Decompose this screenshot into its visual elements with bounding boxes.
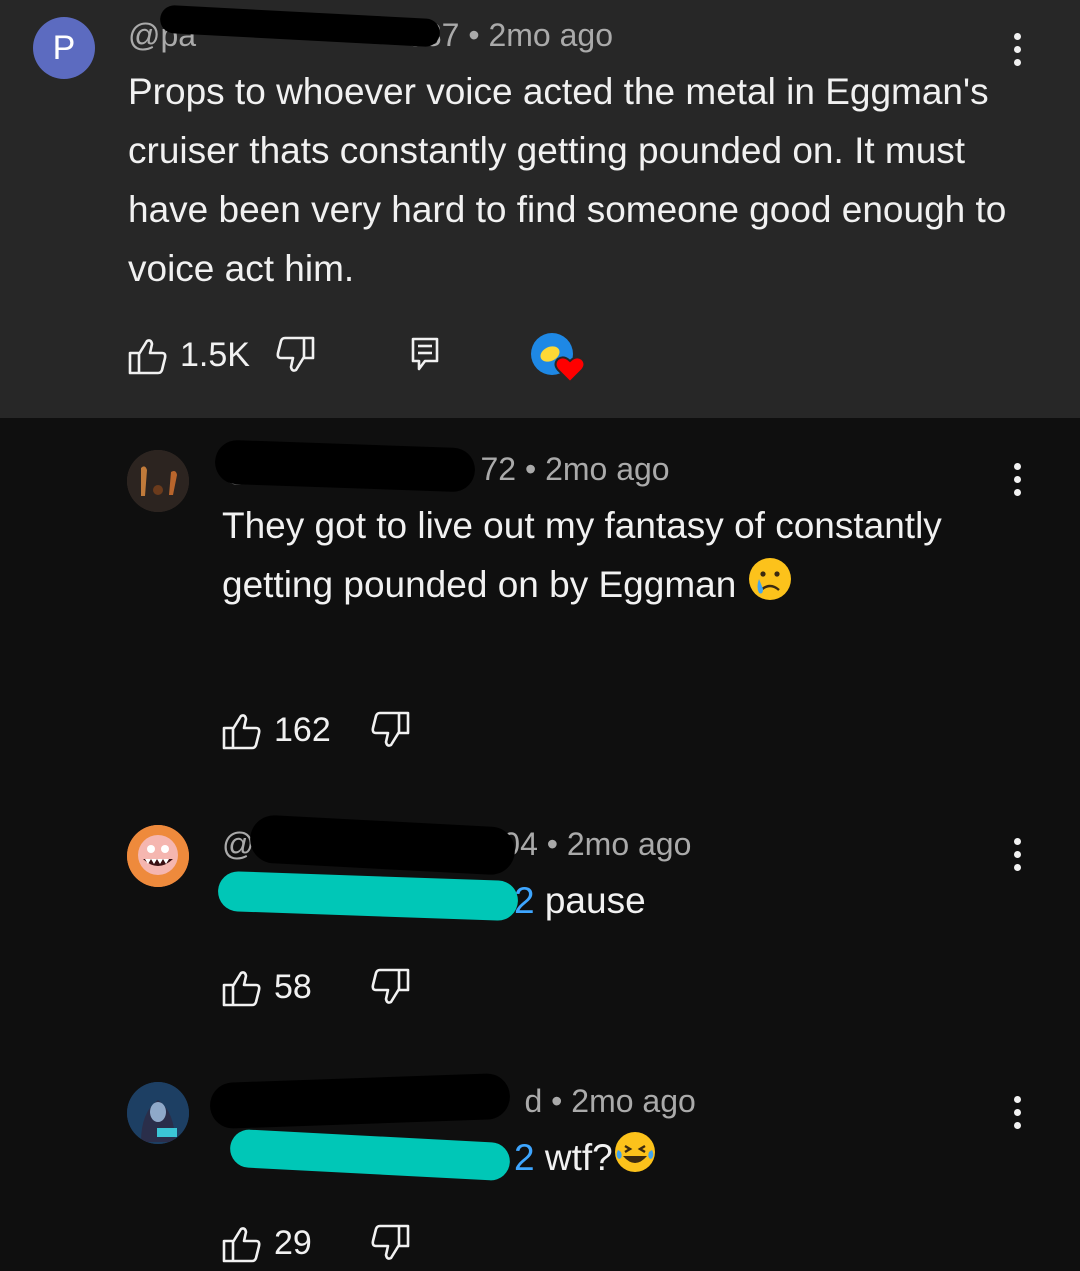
like-button[interactable]: 58 — [222, 968, 312, 1007]
dislike-icon — [370, 711, 410, 749]
like-count: 58 — [274, 968, 312, 1006]
avatar[interactable] — [127, 825, 189, 887]
dislike-icon — [370, 968, 410, 1006]
creator-heart — [530, 332, 588, 384]
like-icon — [222, 712, 262, 750]
creator-heart-icon — [530, 332, 588, 384]
like-icon — [128, 337, 168, 375]
dislike-button[interactable] — [275, 336, 315, 374]
comment-text: They got to live out my fantasy of const… — [222, 496, 1012, 619]
like-button[interactable]: 1.5K — [128, 336, 250, 375]
author-handle-suffix: d — [524, 1083, 543, 1119]
like-count: 1.5K — [180, 336, 250, 374]
dislike-button[interactable] — [370, 711, 410, 749]
like-count: 162 — [274, 711, 331, 749]
comment-text: Props to whoever voice acted the metal i… — [128, 71, 1007, 289]
comment-age: • 2mo ago — [468, 17, 613, 53]
more-vert-icon[interactable] — [1010, 838, 1024, 878]
dislike-icon — [275, 336, 315, 374]
replies-list: @72 • 2mo ago They got to live out my fa… — [0, 418, 1080, 1271]
avatar[interactable] — [127, 450, 189, 512]
reply-button[interactable] — [410, 336, 440, 372]
reply-icon — [410, 336, 440, 372]
more-vert-icon[interactable] — [1010, 463, 1024, 503]
author-handle-suffix: 72 — [480, 451, 517, 487]
redaction-mark — [214, 439, 476, 493]
more-vert-icon[interactable] — [1010, 33, 1024, 73]
avatar[interactable] — [127, 1082, 189, 1144]
like-button[interactable]: 29 — [222, 1224, 312, 1263]
avatar[interactable]: P — [33, 17, 95, 79]
more-vert-icon[interactable] — [1010, 1096, 1024, 1136]
redaction-mark — [248, 814, 517, 876]
like-button[interactable]: 162 — [222, 711, 331, 750]
like-icon — [222, 1225, 262, 1263]
comment-age: • 2mo ago — [551, 1083, 696, 1119]
dislike-icon — [370, 1224, 410, 1262]
like-icon — [222, 969, 262, 1007]
comment-age: • 2mo ago — [546, 826, 692, 862]
top-comment: P @pa387 • 2mo ago Props to whoever voic… — [0, 0, 1080, 418]
redaction-mark — [209, 1072, 511, 1130]
dislike-button[interactable] — [370, 968, 410, 1006]
dislike-button[interactable] — [370, 1224, 410, 1262]
like-count: 29 — [274, 1224, 312, 1262]
laughing-emoji-icon — [613, 1130, 657, 1191]
avatar-letter: P — [52, 28, 76, 67]
crying-emoji-icon — [747, 556, 793, 619]
comment-age: • 2mo ago — [524, 451, 670, 487]
